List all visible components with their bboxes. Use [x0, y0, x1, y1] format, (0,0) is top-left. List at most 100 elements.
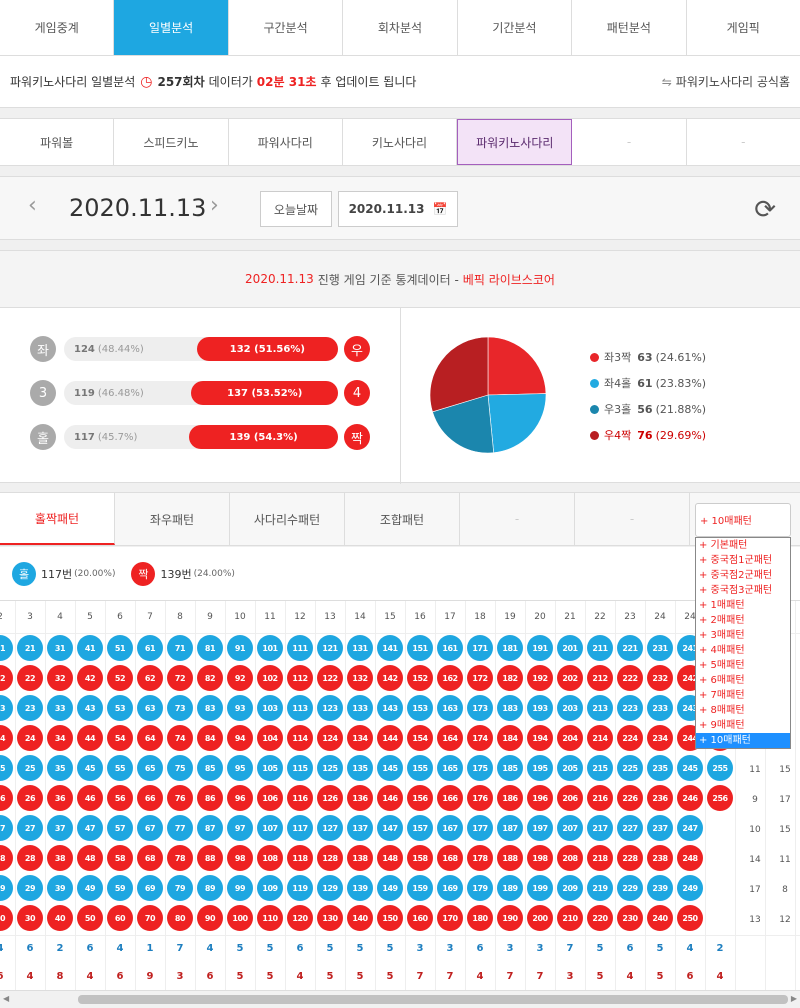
pattern-select[interactable]: + 10매패턴 — [695, 503, 791, 537]
pattern-option[interactable]: + 7매패턴 — [696, 688, 790, 703]
pattern-option[interactable]: + 5매패턴 — [696, 658, 790, 673]
even-count-cell: 4 — [296, 971, 304, 982]
even-count-cell: 6 — [116, 971, 124, 982]
pattern-ball: 173 — [467, 695, 493, 721]
pattern-ball: 187 — [497, 815, 523, 841]
pattern-ball: 46 — [77, 785, 103, 811]
main-nav-tab[interactable]: 회차분석 — [343, 0, 458, 55]
countdown: 02분 31초 — [256, 75, 317, 89]
next-date-icon[interactable]: › — [210, 193, 219, 218]
pattern-option[interactable]: + 중국점1군패턴 — [696, 553, 790, 568]
stat-left-percent: (45.7%) — [97, 431, 138, 443]
pattern-ball: 42 — [77, 665, 103, 691]
pattern-ball: 213 — [587, 695, 613, 721]
pattern-tab[interactable]: 사다리수패턴 — [230, 493, 345, 545]
even-count-cell: 3 — [176, 971, 184, 982]
pattern-ball: 230 — [617, 905, 643, 931]
pattern-ball: 121 — [317, 635, 343, 661]
pattern-tab[interactable]: 홀짝패턴 — [0, 493, 115, 545]
even-count-cell: 9 — [146, 971, 154, 982]
pattern-ball: 117 — [287, 815, 313, 841]
pattern-ball: 135 — [347, 755, 373, 781]
pattern-option[interactable]: + 중국점3군패턴 — [696, 583, 790, 598]
pattern-ball: 24 — [17, 725, 43, 751]
today-button[interactable]: 오늘날짜 — [260, 191, 332, 227]
pattern-option[interactable]: + 1매패턴 — [696, 598, 790, 613]
pie-legend-item: 좌4홀 61 (23.83%) — [590, 375, 790, 391]
odd-count: 117번 — [41, 567, 73, 581]
game-nav-tab[interactable]: 파워볼 — [0, 119, 115, 165]
pattern-ball: 108 — [257, 845, 283, 871]
pattern-ball: 28 — [17, 845, 43, 871]
pattern-option[interactable]: + 중국점2군패턴 — [696, 568, 790, 583]
main-nav-tab[interactable]: 구간분석 — [229, 0, 344, 55]
pattern-tab[interactable]: 좌우패턴 — [115, 493, 230, 545]
column-header: 22 — [594, 612, 606, 622]
pattern-ball: 182 — [497, 665, 523, 691]
main-nav-tab[interactable]: 게임픽 — [687, 0, 800, 55]
pattern-ball: 114 — [287, 725, 313, 751]
pattern-ball: 151 — [407, 635, 433, 661]
odd-count-cell: 6 — [476, 943, 484, 954]
pattern-ball: 83 — [197, 695, 223, 721]
pattern-ball: 255 — [707, 755, 733, 781]
pattern-ball: 155 — [407, 755, 433, 781]
scroll-thumb[interactable] — [78, 995, 788, 1004]
pattern-ball: 195 — [527, 755, 553, 781]
main-nav-tab[interactable]: 기간분석 — [458, 0, 573, 55]
scroll-left-icon[interactable]: ◀ — [3, 994, 9, 1003]
game-nav-tab[interactable]: 키노사다리 — [343, 119, 458, 165]
pattern-ball: 185 — [497, 755, 523, 781]
pattern-ball: 48 — [77, 845, 103, 871]
game-nav-tab[interactable]: 스피드키노 — [114, 119, 229, 165]
horizontal-scrollbar[interactable]: ◀ ▶ — [0, 990, 800, 1008]
pattern-ball: 52 — [107, 665, 133, 691]
pattern-ball: 199 — [527, 875, 553, 901]
pattern-option[interactable]: + 6매패턴 — [696, 673, 790, 688]
pattern-ball: 120 — [287, 905, 313, 931]
legend-percent: (21.88%) — [655, 402, 707, 416]
scroll-right-icon[interactable]: ▶ — [791, 994, 797, 1003]
pattern-option[interactable]: + 기본패턴 — [696, 538, 790, 553]
pattern-tab[interactable]: 조합패턴 — [345, 493, 460, 545]
pattern-ball: 179 — [467, 875, 493, 901]
pattern-ball: 71 — [167, 635, 193, 661]
pattern-option[interactable]: + 4매패턴 — [696, 643, 790, 658]
pattern-ball: 19 — [0, 875, 13, 901]
game-nav-tab[interactable]: 파워사다리 — [229, 119, 343, 165]
main-nav-tab[interactable]: 게임중계 — [0, 0, 115, 55]
pattern-option[interactable]: + 9매패턴 — [696, 718, 790, 733]
date-input[interactable]: 2020.11.13 📅 — [338, 191, 458, 227]
game-nav-tab[interactable]: 파워키노사다리 — [457, 119, 573, 165]
pattern-ball: 170 — [437, 905, 463, 931]
pattern-ball: 87 — [197, 815, 223, 841]
pattern-ball: 134 — [347, 725, 373, 751]
pattern-option[interactable]: + 8매패턴 — [696, 703, 790, 718]
pattern-ball: 64 — [137, 725, 163, 751]
odd-count-cell: 5 — [596, 943, 604, 954]
column-header: 16 — [414, 612, 426, 622]
update-prefix: 파워키노사다리 일별분석 — [10, 75, 136, 89]
main-nav-tab[interactable]: 일별분석 — [114, 0, 229, 55]
pattern-option[interactable]: + 2매패턴 — [696, 613, 790, 628]
pattern-ball: 39 — [47, 875, 73, 901]
pattern-ball: 35 — [47, 755, 73, 781]
pattern-ball: 112 — [287, 665, 313, 691]
refresh-icon[interactable]: ⟳ — [754, 195, 776, 225]
pattern-option[interactable]: + 10매패턴 — [696, 733, 790, 748]
pattern-ball: 232 — [647, 665, 673, 691]
pattern-ball: 100 — [227, 905, 253, 931]
side-count: 11 — [779, 855, 791, 865]
odd-count-cell: 5 — [236, 943, 244, 954]
pattern-option[interactable]: + 3매패턴 — [696, 628, 790, 643]
main-nav-tab[interactable]: 패턴분석 — [572, 0, 687, 55]
pattern-ball: 171 — [467, 635, 493, 661]
side-count: 14 — [749, 855, 761, 865]
odd-count-cell: 4 — [206, 943, 214, 954]
official-site-link[interactable]: ⇋ 파워키노사다리 공식홈 — [662, 73, 790, 90]
pattern-ball: 58 — [107, 845, 133, 871]
side-count: 17 — [749, 885, 761, 895]
official-site-label: 파워키노사다리 공식홈 — [675, 75, 790, 89]
pattern-ball: 55 — [107, 755, 133, 781]
prev-date-icon[interactable]: ‹ — [28, 193, 37, 218]
